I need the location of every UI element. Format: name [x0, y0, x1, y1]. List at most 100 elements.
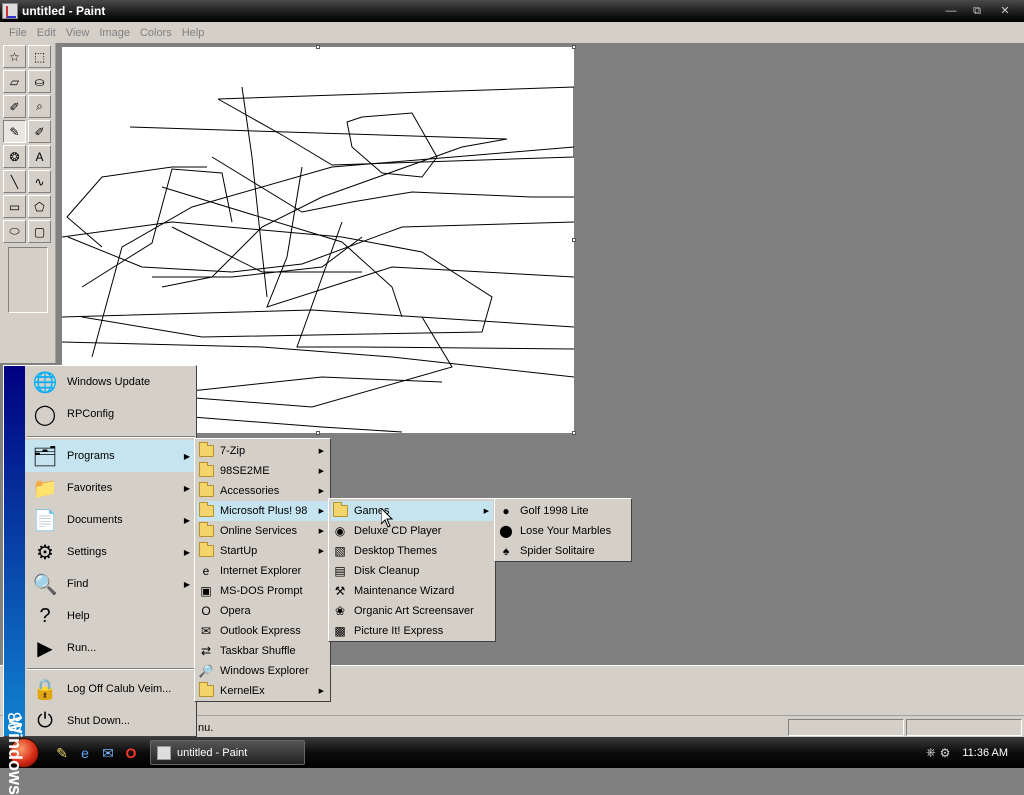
volume-icon[interactable]: ⚙ — [940, 746, 951, 760]
submenu-arrow-icon: ▶ — [318, 528, 324, 535]
canvas-handle-bottom-right[interactable] — [572, 431, 576, 435]
start-item-find[interactable]: 🔍 Find ▶ — [25, 568, 196, 600]
programs-item[interactable]: StartUp ▶ — [197, 541, 328, 561]
brush-tool[interactable]: ✐ — [28, 120, 51, 143]
games-item[interactable]: ● Golf 1998 Lite — [497, 501, 629, 521]
free-form-select-tool[interactable]: ☆ — [3, 45, 26, 68]
ms-dos-icon: ▣ — [200, 584, 212, 598]
brush-icon: ✐ — [34, 124, 45, 139]
programs-item[interactable]: ▣ MS-DOS Prompt — [197, 581, 328, 601]
tool-options-box[interactable] — [8, 247, 48, 313]
eraser-tool[interactable]: ▱ — [3, 70, 26, 93]
programs-item[interactable]: O Opera — [197, 601, 328, 621]
programs-icon: 🗂 — [32, 445, 58, 468]
plus-item[interactable]: ◉ Deluxe CD Player — [331, 521, 493, 541]
start-item-help[interactable]: ? Help — [25, 600, 196, 632]
programs-item[interactable]: ⇄ Taskbar Shuffle — [197, 641, 328, 661]
minimize-button[interactable]: — — [942, 4, 960, 18]
programs-item[interactable]: Accessories ▶ — [197, 481, 328, 501]
menu-view[interactable]: View — [61, 27, 95, 39]
maximize-button[interactable]: ⧉ — [968, 4, 986, 18]
clock[interactable]: 11:36 AM — [962, 747, 1008, 759]
find-icon: 🔍 — [32, 573, 58, 596]
start-item-shut-down[interactable]: ⏻ Shut Down... — [25, 705, 196, 737]
start-item-windows-update[interactable]: 🌐 Windows Update — [25, 366, 196, 398]
start-item-rpconfig[interactable]: ◯ RPConfig — [25, 398, 196, 430]
paint-app-icon[interactable] — [2, 3, 18, 19]
polygon-tool[interactable]: ⬠ — [28, 195, 51, 218]
canvas-handle-right[interactable] — [572, 238, 576, 242]
plus-item[interactable]: ⚒ Maintenance Wizard — [331, 581, 493, 601]
programs-item[interactable]: 7-Zip ▶ — [197, 441, 328, 461]
pencil-icon: ✎ — [9, 124, 20, 139]
menu-image[interactable]: Image — [94, 27, 135, 39]
rect-select-tool[interactable]: ⬚ — [28, 45, 51, 68]
magnifier-icon: ⌕ — [36, 99, 43, 113]
fill-tool[interactable]: ⛀ — [28, 70, 51, 93]
curve-tool[interactable]: ∿ — [28, 170, 51, 193]
start-item-log-off[interactable]: 🔒 Log Off Calub Veim... — [25, 673, 196, 705]
network-icon[interactable]: ⎈ — [926, 745, 936, 760]
canvas-handle-top[interactable] — [316, 45, 320, 49]
rectangle-tool[interactable]: ▭ — [3, 195, 26, 218]
outlook-quicklaunch-icon[interactable]: ✉ — [100, 745, 116, 761]
programs-item[interactable]: 🔎 Windows Explorer — [197, 661, 328, 681]
menu-item-label: Deluxe CD Player — [354, 525, 442, 537]
opera-quicklaunch-icon[interactable]: O — [123, 745, 139, 761]
submenu-arrow-icon: ▶ — [318, 468, 324, 475]
spider-solitaire-icon: ♠ — [502, 544, 510, 558]
menu-file[interactable]: File — [4, 27, 32, 39]
programs-item[interactable]: KernelEx ▶ — [197, 681, 328, 701]
menu-item-label: Picture It! Express — [354, 625, 444, 637]
start-menu-separator — [27, 668, 195, 670]
start-item-programs[interactable]: 🗂 Programs ▶ — [25, 440, 196, 472]
start-item-run[interactable]: ▶ Run... — [25, 632, 196, 664]
plus-item[interactable]: ▧ Desktop Themes — [331, 541, 493, 561]
submenu-arrow-icon: ▶ — [483, 508, 489, 515]
menu-colors[interactable]: Colors — [135, 27, 177, 39]
airbrush-tool[interactable]: ❂ — [3, 145, 26, 168]
games-item[interactable]: ♠ Spider Solitaire — [497, 541, 629, 561]
programs-item[interactable]: Microsoft Plus! 98 ▶ — [197, 501, 328, 521]
internet-explorer-icon: e — [202, 564, 210, 578]
start-item-documents[interactable]: 📄 Documents ▶ — [25, 504, 196, 536]
pencil-tool[interactable]: ✎ — [3, 120, 26, 143]
plus-item[interactable]: ▩ Picture It! Express — [331, 621, 493, 641]
plus-item[interactable]: ❀ Organic Art Screensaver — [331, 601, 493, 621]
close-button[interactable]: ✕ — [996, 4, 1014, 18]
menu-item-label: Taskbar Shuffle — [220, 645, 296, 657]
start-item-favorites[interactable]: 📁 Favorites ▶ — [25, 472, 196, 504]
plus-item[interactable]: Games ▶ — [331, 501, 493, 521]
text-tool[interactable]: A — [28, 145, 51, 168]
pick-color-tool[interactable]: ✐ — [3, 95, 26, 118]
documents-icon: 📄 — [32, 509, 58, 532]
menu-edit[interactable]: Edit — [32, 27, 61, 39]
internet-explorer-quicklaunch-icon[interactable]: e — [77, 745, 93, 761]
menu-item-label: Accessories — [220, 485, 280, 497]
start-item-settings[interactable]: ⚙ Settings ▶ — [25, 536, 196, 568]
menu-item-label: Opera — [220, 605, 251, 617]
plus-item[interactable]: ▤ Disk Cleanup — [331, 561, 493, 581]
games-item[interactable]: ⬤ Lose Your Marbles — [497, 521, 629, 541]
start-item-label: Favorites — [67, 482, 113, 494]
paint-task-icon — [157, 745, 171, 760]
taskbar-button-paint[interactable]: untitled - Paint — [150, 740, 305, 765]
magnifier-tool[interactable]: ⌕ — [28, 95, 51, 118]
help-icon: ? — [39, 604, 51, 627]
canvas-handle-top-right[interactable] — [572, 45, 576, 49]
menu-item-label: Maintenance Wizard — [354, 585, 455, 597]
line-tool[interactable]: ╲ — [3, 170, 26, 193]
menu-help[interactable]: Help — [177, 27, 210, 39]
rounded-rect-tool[interactable]: ▢ — [28, 220, 51, 243]
canvas-handle-bottom[interactable] — [316, 431, 320, 435]
run-icon: ▶ — [37, 637, 53, 660]
taskbar-button-label: untitled - Paint — [177, 746, 248, 759]
programs-item[interactable]: Online Services ▶ — [197, 521, 328, 541]
programs-item[interactable]: ✉ Outlook Express — [197, 621, 328, 641]
rectangle-icon: ▭ — [8, 199, 21, 214]
programs-item[interactable]: e Internet Explorer — [197, 561, 328, 581]
show-desktop-icon[interactable]: ✎ — [54, 745, 70, 761]
picture-it-icon: ▩ — [334, 624, 346, 638]
ellipse-tool[interactable]: ⬭ — [3, 220, 26, 243]
programs-item[interactable]: 98SE2ME ▶ — [197, 461, 328, 481]
